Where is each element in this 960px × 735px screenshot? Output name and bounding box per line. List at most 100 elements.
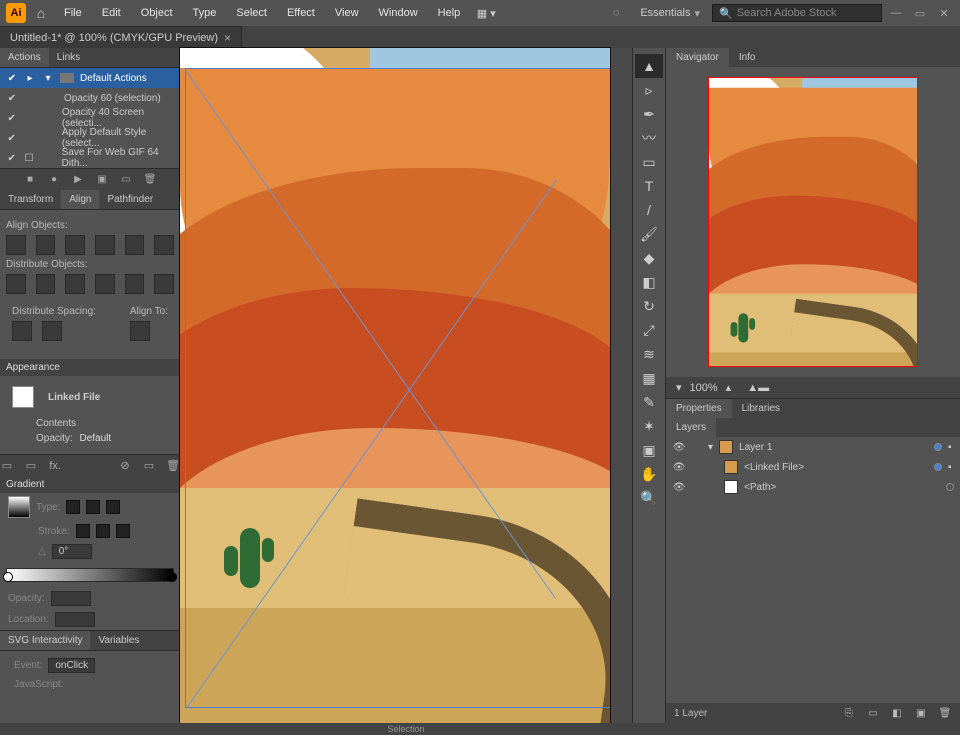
align-bottom-icon[interactable] <box>154 235 174 255</box>
align-vcenter-icon[interactable] <box>125 235 145 255</box>
layer-name[interactable]: <Linked File> <box>744 462 804 473</box>
align-right-icon[interactable] <box>65 235 85 255</box>
stroke-along-icon[interactable] <box>96 524 110 538</box>
menu-help[interactable]: Help <box>430 0 469 26</box>
window-close-icon[interactable]: ✕ <box>934 7 954 20</box>
stroke-across-icon[interactable] <box>116 524 130 538</box>
align-left-icon[interactable] <box>6 235 26 255</box>
make-clip-icon[interactable]: ▭ <box>866 708 880 719</box>
gradient-location-field[interactable] <box>55 612 95 627</box>
record-icon[interactable]: ● <box>47 173 61 187</box>
action-item[interactable]: ✔Opacity 60 (selection) <box>0 88 180 108</box>
curvature-tool-icon[interactable]: 〰 <box>635 126 663 150</box>
zoom-tool-icon[interactable]: 🔍 <box>635 486 663 510</box>
trash-icon[interactable]: 🗑 <box>143 173 157 187</box>
zoom-value[interactable]: 100% <box>690 382 718 394</box>
target-icon[interactable] <box>946 483 954 491</box>
shapebuilder-tool-icon[interactable]: ◆ <box>635 246 663 270</box>
menu-type[interactable]: Type <box>185 0 225 26</box>
dist-space-v-icon[interactable] <box>12 321 32 341</box>
appearance-contents[interactable]: Contents <box>6 414 174 431</box>
menu-edit[interactable]: Edit <box>94 0 129 26</box>
layer-name[interactable]: <Path> <box>744 482 776 493</box>
tab-properties[interactable]: Properties <box>666 399 732 418</box>
gradient-swatch[interactable] <box>8 496 30 518</box>
menu-effect[interactable]: Effect <box>279 0 323 26</box>
new-set-icon[interactable]: ▣ <box>95 173 109 187</box>
new-action-icon[interactable]: ▭ <box>119 173 133 187</box>
tab-info[interactable]: Info <box>729 48 766 67</box>
clear-appearance-icon[interactable]: ⊘ <box>118 459 132 473</box>
align-top-icon[interactable] <box>95 235 115 255</box>
eraser-tool-icon[interactable]: ◧ <box>635 270 663 294</box>
layer-row[interactable]: 👁 ▾ Layer 1 ▪ <box>666 437 960 457</box>
trash-icon[interactable]: 🗑 <box>166 459 180 473</box>
line-tool-icon[interactable]: / <box>635 198 663 222</box>
dist-bottom-icon[interactable] <box>65 274 85 294</box>
type-freeform-icon[interactable] <box>106 500 120 514</box>
discover-icon[interactable]: ◌ <box>604 7 628 19</box>
artboard-tool-icon[interactable]: ▣ <box>635 438 663 462</box>
menu-object[interactable]: Object <box>133 0 181 26</box>
align-to-selection-icon[interactable] <box>130 321 150 341</box>
action-item[interactable]: ✔Opacity 40 Screen (selecti... <box>0 108 180 128</box>
type-tool-icon[interactable]: T <box>635 174 663 198</box>
window-restore-icon[interactable]: ▭ <box>910 7 930 20</box>
tab-layers[interactable]: Layers <box>666 418 716 437</box>
type-radial-icon[interactable] <box>86 500 100 514</box>
zoom-out-icon[interactable]: ▾ <box>676 381 682 394</box>
dist-right-icon[interactable] <box>154 274 174 294</box>
target-icon[interactable] <box>934 443 942 451</box>
dist-left-icon[interactable] <box>95 274 115 294</box>
tab-svg-interactivity[interactable]: SVG Interactivity <box>0 631 90 650</box>
dist-vcenter-icon[interactable] <box>36 274 56 294</box>
visibility-icon[interactable]: 👁 <box>672 482 686 493</box>
eyedropper-tool-icon[interactable]: ✎ <box>635 390 663 414</box>
gradient-slider[interactable] <box>6 568 174 582</box>
opacity-value[interactable]: Default <box>79 433 111 444</box>
stroke-within-icon[interactable] <box>76 524 90 538</box>
new-layer-icon[interactable]: ▣ <box>914 708 928 719</box>
action-item[interactable]: ✔☐Save For Web GIF 64 Dith... <box>0 148 180 168</box>
add-stroke-icon[interactable]: ▭ <box>24 459 38 473</box>
tab-pathfinder[interactable]: Pathfinder <box>99 190 161 209</box>
locate-layer-icon[interactable]: ⎘ <box>842 708 856 719</box>
zoom-in-icon[interactable]: ▴ <box>726 381 732 394</box>
zoom-slider-icon[interactable]: ▲▬ <box>747 382 769 394</box>
scale-tool-icon[interactable]: ⤢ <box>635 318 663 342</box>
layer-row[interactable]: 👁 <Path> <box>666 477 960 497</box>
home-icon[interactable]: ⌂ <box>30 5 52 21</box>
layer-row[interactable]: 👁 <Linked File> ▪ <box>666 457 960 477</box>
no-select-icon[interactable]: ▭ <box>0 459 14 473</box>
width-tool-icon[interactable]: ≋ <box>635 342 663 366</box>
delete-layer-icon[interactable]: 🗑 <box>938 708 952 719</box>
dist-top-icon[interactable] <box>6 274 26 294</box>
arrange-documents-icon[interactable]: ▦ ▾ <box>472 7 500 20</box>
play-icon[interactable]: ▶ <box>71 173 85 187</box>
close-tab-icon[interactable]: × <box>224 31 231 45</box>
menu-view[interactable]: View <box>327 0 367 26</box>
align-hcenter-icon[interactable] <box>36 235 56 255</box>
tab-transform[interactable]: Transform <box>0 190 61 209</box>
stop-icon[interactable]: ■ <box>23 173 37 187</box>
action-item[interactable]: ✔Apply Default Style (select... <box>0 128 180 148</box>
tab-navigator[interactable]: Navigator <box>666 48 729 67</box>
navigator-thumb[interactable] <box>708 77 918 367</box>
tab-actions[interactable]: Actions <box>0 48 49 67</box>
menu-window[interactable]: Window <box>371 0 426 26</box>
window-minimize-icon[interactable]: — <box>886 7 906 19</box>
gradient-opacity-field[interactable] <box>51 591 91 606</box>
menu-file[interactable]: File <box>56 0 90 26</box>
type-linear-icon[interactable] <box>66 500 80 514</box>
action-set[interactable]: ✔▸▾ Default Actions <box>0 68 180 88</box>
dist-hcenter-icon[interactable] <box>125 274 145 294</box>
menu-select[interactable]: Select <box>228 0 275 26</box>
gradient-tool-icon[interactable]: ▦ <box>635 366 663 390</box>
dist-space-h-icon[interactable] <box>42 321 62 341</box>
target-icon[interactable] <box>934 463 942 471</box>
paintbrush-tool-icon[interactable]: 🖌 <box>635 222 663 246</box>
rotate-tool-icon[interactable]: ↻ <box>635 294 663 318</box>
pen-tool-icon[interactable]: ✒ <box>635 102 663 126</box>
tab-variables[interactable]: Variables <box>90 631 147 650</box>
tab-libraries[interactable]: Libraries <box>732 399 790 418</box>
